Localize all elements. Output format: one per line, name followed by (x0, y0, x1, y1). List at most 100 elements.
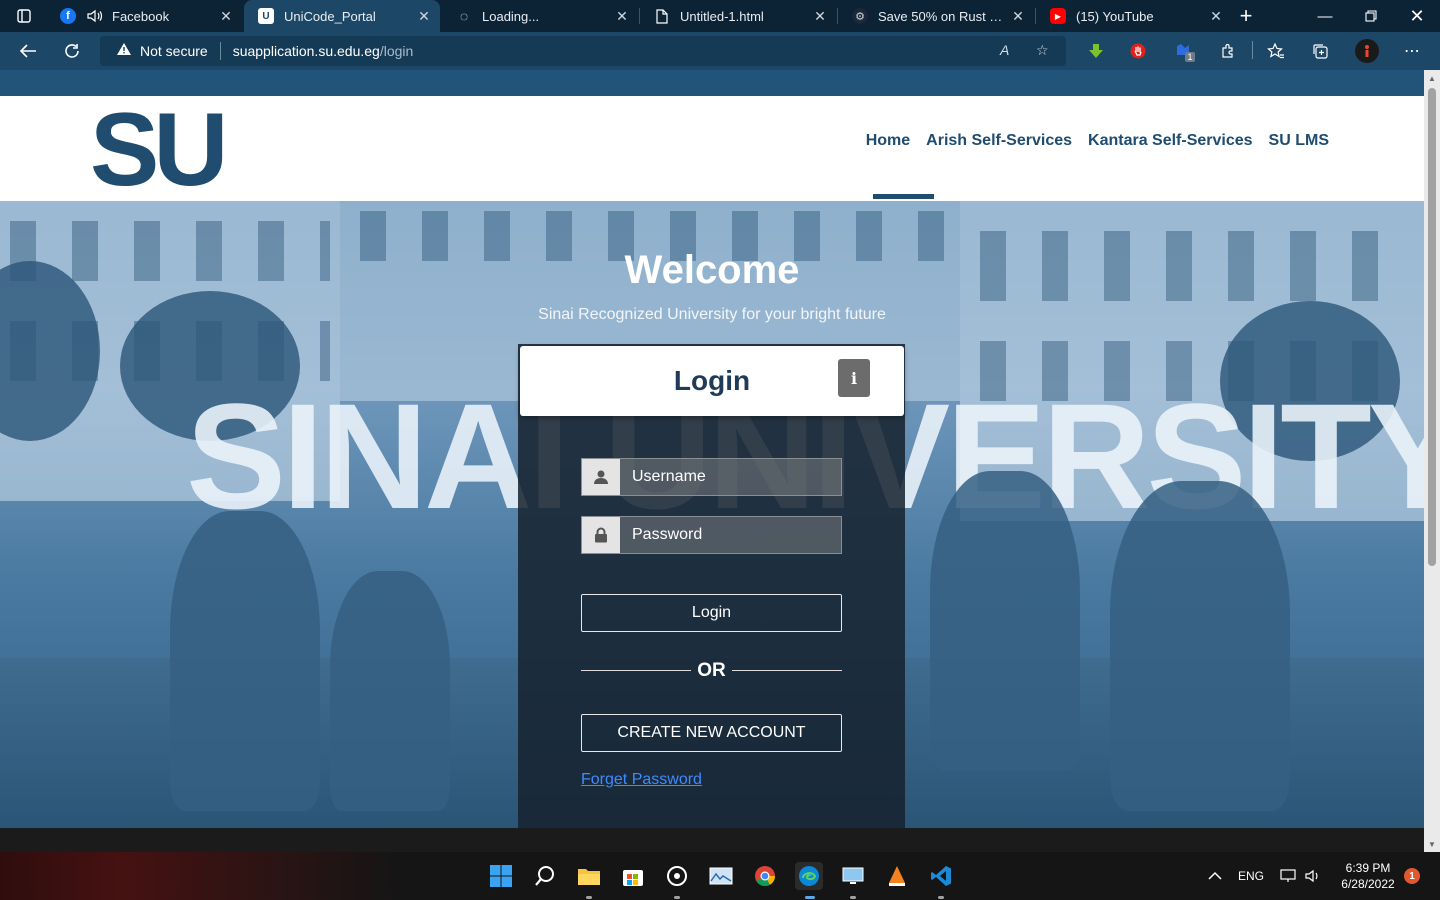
facebook-icon: f (60, 8, 76, 24)
welcome-heading: Welcome (624, 248, 800, 292)
scroll-down-arrow-icon[interactable]: ▼ (1424, 836, 1440, 852)
window-close-icon[interactable]: ✕ (1394, 0, 1440, 32)
clock-date: 6/28/2022 (1341, 877, 1395, 891)
url-path: /login (379, 43, 414, 59)
loading-spinner-icon: ◌ (459, 8, 469, 24)
tray-overflow-icon[interactable] (1208, 852, 1222, 900)
steam-icon: ⚙ (852, 8, 868, 24)
wallpaper-edge (0, 852, 400, 900)
address-bar[interactable]: Not secure suapplication.su.edu.eg/login… (100, 36, 1066, 66)
login-button[interactable]: Login (581, 594, 842, 632)
speaker-icon[interactable] (86, 8, 104, 24)
scrollbar-thumb[interactable] (1428, 88, 1436, 566)
tab-untitled[interactable]: Untitled-1.html ✕ (640, 0, 836, 32)
su-logo[interactable]: SU (90, 98, 229, 202)
vlc-icon[interactable] (883, 862, 911, 890)
close-icon[interactable]: ✕ (614, 8, 630, 24)
warning-icon[interactable] (116, 42, 132, 60)
running-indicator (674, 896, 680, 899)
start-icon[interactable] (487, 862, 515, 890)
close-icon[interactable]: ✕ (1208, 8, 1224, 24)
photos-icon[interactable] (707, 862, 735, 890)
collections-icon[interactable] (1310, 41, 1330, 61)
nav-kantara-self-services[interactable]: Kantara Self-Services (1088, 132, 1253, 150)
remote-desktop-icon[interactable] (839, 862, 867, 890)
scroll-up-arrow-icon[interactable]: ▲ (1424, 70, 1440, 86)
close-icon[interactable]: ✕ (1010, 8, 1026, 24)
info-button[interactable]: i (838, 359, 870, 397)
minimize-icon[interactable]: — (1302, 0, 1348, 32)
vertical-scrollbar[interactable]: ▲ ▼ (1424, 70, 1440, 852)
download-extension-icon[interactable] (1086, 41, 1106, 61)
password-input[interactable] (620, 517, 841, 553)
toolbar-divider (1252, 41, 1253, 59)
notification-badge[interactable]: 1 (1404, 868, 1420, 884)
tab-youtube[interactable]: ▶ (15) YouTube ✕ (1036, 0, 1232, 32)
tab-steam[interactable]: ⚙ Save 50% on Rust on Ste ✕ (838, 0, 1034, 32)
create-account-button[interactable]: CREATE NEW ACCOUNT (581, 714, 842, 752)
close-icon[interactable]: ✕ (218, 8, 234, 24)
system-clock[interactable]: 6:39 PM 6/28/2022 (1330, 860, 1406, 892)
browser-toolbar: Not secure suapplication.su.edu.eg/login… (0, 32, 1440, 70)
favorites-icon[interactable] (1266, 41, 1286, 61)
tab-actions-icon[interactable] (2, 0, 46, 32)
clock-time: 6:39 PM (1345, 861, 1391, 875)
search-icon[interactable] (531, 862, 559, 890)
extension-with-badge-icon[interactable]: 1 (1174, 41, 1195, 62)
tab-facebook[interactable]: f Facebook ✕ (46, 0, 242, 32)
favorite-star-icon[interactable]: ☆ (1036, 42, 1049, 59)
network-icon[interactable] (1280, 852, 1298, 900)
divider (219, 42, 221, 60)
username-field (581, 458, 842, 496)
running-indicator (850, 896, 856, 899)
page-viewport: SU Home Arish Self-Services Kantara Self… (0, 70, 1424, 828)
close-icon[interactable]: ✕ (416, 8, 432, 24)
edge-icon[interactable] (795, 862, 823, 890)
active-indicator (805, 896, 815, 899)
browser-tab-strip: f Facebook ✕ U UniCode_Portal ✕ ◌ Loadin… (0, 0, 1440, 32)
close-icon[interactable]: ✕ (812, 8, 828, 24)
tab-title: UniCode_Portal (284, 8, 376, 24)
media-player-icon[interactable] (663, 862, 691, 890)
nav-home[interactable]: Home (866, 132, 910, 150)
tab-title: Loading... (482, 8, 540, 24)
refresh-icon[interactable] (56, 35, 88, 67)
login-header: Login i (520, 346, 904, 416)
vscode-icon[interactable] (927, 862, 955, 890)
volume-icon[interactable] (1305, 852, 1321, 900)
running-indicator (586, 896, 592, 899)
tab-title: (15) YouTube (1076, 8, 1154, 24)
unicode-portal-icon: U (258, 8, 274, 24)
profile-avatar[interactable] (1355, 39, 1379, 63)
new-tab-button[interactable]: + (1226, 0, 1266, 32)
youtube-icon: ▶ (1050, 8, 1066, 24)
extension-badge: 1 (1185, 52, 1195, 62)
nav-su-lms[interactable]: SU LMS (1269, 132, 1329, 150)
main-nav: Home Arish Self-Services Kantara Self-Se… (866, 132, 1329, 150)
adblock-extension-icon[interactable] (1128, 41, 1148, 61)
student-figure (170, 511, 320, 811)
windows-taskbar: ENG 6:39 PM 6/28/2022 (0, 852, 1440, 900)
tab-unicode-portal[interactable]: U UniCode_Portal ✕ (244, 0, 440, 32)
file-explorer-icon[interactable] (575, 862, 603, 890)
read-aloud-icon[interactable]: A (1000, 42, 1009, 58)
nav-arish-self-services[interactable]: Arish Self-Services (926, 132, 1072, 150)
language-indicator[interactable]: ENG (1238, 852, 1264, 900)
back-icon[interactable] (12, 35, 44, 67)
username-input[interactable] (620, 459, 841, 495)
tab-loading[interactable]: ◌ Loading... ✕ (442, 0, 638, 32)
student-figure (330, 571, 450, 811)
restore-icon[interactable] (1348, 0, 1394, 32)
url-host: suapplication.su.edu.eg (232, 43, 380, 59)
student-figure (1110, 481, 1290, 811)
forget-password-link[interactable]: Forget Password (581, 771, 702, 789)
chrome-icon[interactable] (751, 862, 779, 890)
password-field (581, 516, 842, 554)
store-icon[interactable] (619, 862, 647, 890)
security-label[interactable]: Not secure (140, 43, 208, 59)
extensions-puzzle-icon[interactable] (1218, 41, 1238, 61)
lock-icon (582, 517, 620, 553)
more-options-icon[interactable]: ⋯ (1402, 41, 1422, 61)
tab-title: Save 50% on Rust on Ste (878, 8, 1008, 24)
or-divider: OR (581, 660, 842, 682)
